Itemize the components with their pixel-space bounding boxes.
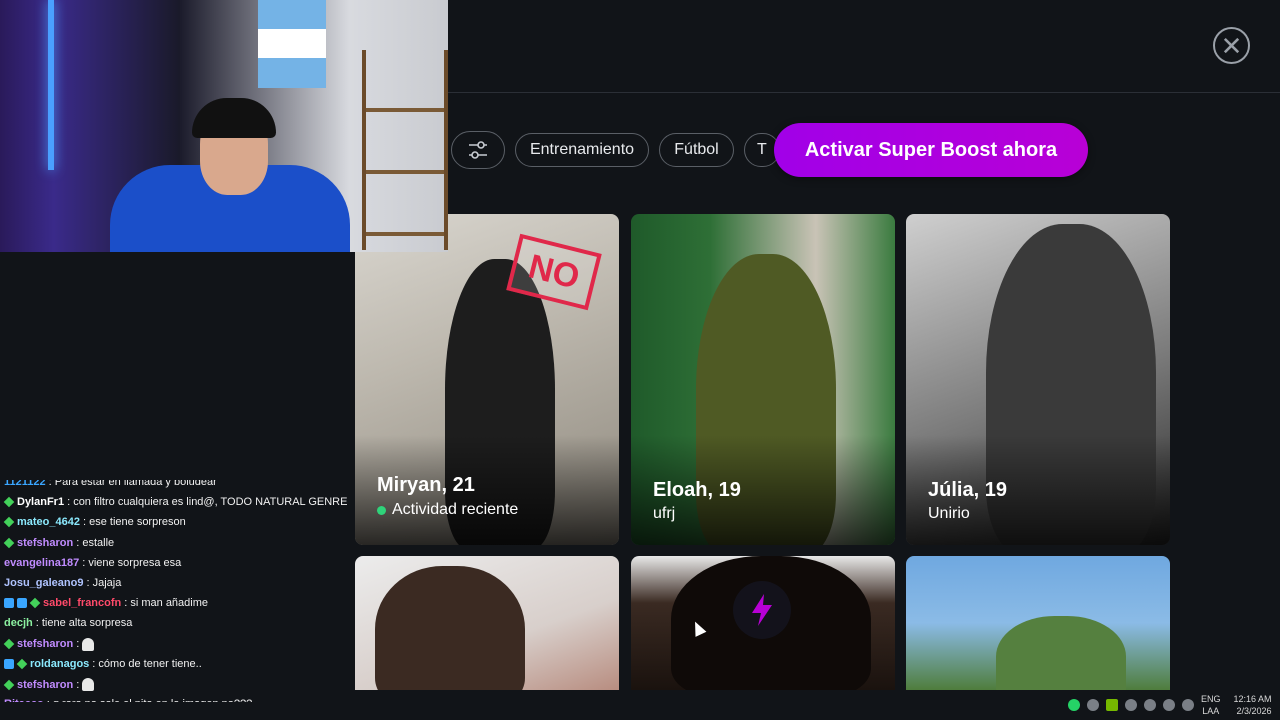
chat-text: : cómo de tener tiene.. [92, 657, 202, 670]
stream-chat: 1121122 : Para estar en llamada y bolude… [0, 480, 350, 702]
chat-username[interactable]: mateo_4642 [17, 516, 80, 528]
app-icon[interactable] [1087, 699, 1099, 711]
super-boost-button[interactable]: Activar Super Boost ahora [774, 123, 1088, 177]
chat-text: : q raro no sale el pito en la imagen no… [47, 698, 252, 702]
profile-status: Actividad reciente [377, 501, 518, 519]
chrome-icon[interactable] [1125, 699, 1137, 711]
chat-text: : Jajaja [86, 577, 122, 589]
chat-username[interactable]: DylanFr1 [17, 496, 64, 508]
sub-badge-icon [3, 517, 15, 528]
neon-light [48, 0, 54, 170]
sub-badge-icon [3, 537, 15, 548]
mod-badge-icon [4, 598, 14, 609]
chat-username[interactable]: sabel_francofn [43, 597, 121, 609]
lightning-icon [752, 594, 772, 626]
chat-username[interactable]: stefsharon [17, 679, 73, 691]
header-divider [448, 92, 1280, 93]
ghost-emote-icon [82, 678, 95, 691]
chat-message: Ritacco : q raro no sale el pito en la i… [4, 698, 252, 702]
chat-username[interactable]: roldanagos [30, 658, 89, 670]
chat-username[interactable]: stefsharon [17, 638, 73, 650]
vip-badge-icon [17, 598, 27, 609]
chat-message: stefsharon : [3, 637, 95, 651]
lang-2: LAA [1202, 706, 1220, 716]
close-icon: ✕ [1220, 30, 1243, 61]
chat-message: DylanFr1 : con filtro cualquiera es lind… [3, 496, 348, 509]
clock[interactable]: 12:16 AM 2/3/2026 [1234, 693, 1272, 717]
profile-photo [375, 566, 525, 690]
chat-message: sabel_francofn : si man añadime [4, 597, 208, 609]
language-indicator[interactable]: ENG LAA [1201, 693, 1221, 717]
chip-futbol[interactable]: Fútbol [659, 133, 734, 167]
chat-text: : si man añadime [124, 597, 209, 610]
chat-message: 1121122 : Para estar en llamada y bolude… [4, 480, 217, 488]
chat-text: : [76, 638, 80, 651]
sub-badge-icon [3, 496, 15, 508]
clock-date: 2/3/2026 [1236, 706, 1272, 716]
sub-badge-icon [3, 679, 15, 690]
whatsapp-icon[interactable] [1068, 699, 1080, 711]
chat-username[interactable]: Ritacco [4, 698, 44, 702]
sub-badge-icon [29, 597, 41, 609]
profile-card[interactable] [355, 556, 619, 690]
system-tray: ENG LAA 12:16 AM 2/3/2026 [1060, 690, 1280, 720]
profile-school: ufrj [653, 505, 676, 522]
chat-message: mateo_4642 : ese tiene sorpreson [3, 516, 186, 529]
microphone-icon[interactable] [1144, 699, 1156, 711]
chat-username[interactable]: 1121122 [4, 480, 46, 488]
chat-text: : estalle [76, 536, 115, 549]
sub-badge-icon [16, 658, 28, 670]
chip-entrenamiento[interactable]: Entrenamiento [515, 133, 649, 167]
profile-photo [996, 616, 1126, 690]
profile-name: Miryan, 21 [377, 474, 475, 496]
chat-message: roldanagos : cómo de tener tiene.. [4, 658, 202, 670]
profile-card[interactable]: Júlia, 19 Unirio [906, 214, 1170, 545]
online-dot-icon [377, 505, 386, 515]
chat-message: Josu_galeano9 : Jajaja [4, 577, 121, 589]
profile-card[interactable]: Eloah, 19 ufrj [631, 214, 895, 545]
sliders-icon [469, 141, 487, 159]
sub-badge-icon [3, 638, 15, 650]
ghost-emote-icon [82, 637, 95, 651]
network-icon[interactable] [1163, 699, 1175, 711]
chat-message: decjh : tiene alta sorpresa [4, 617, 132, 629]
profile-status-text: Actividad reciente [392, 501, 519, 518]
chat-message: stefsharon : [3, 678, 95, 691]
chat-text: : con filtro cualquiera es lind@, TODO N… [67, 496, 348, 509]
profile-card[interactable] [906, 556, 1170, 690]
profile-name: Júlia, 19 [928, 479, 1007, 501]
profile-school: Unirio [928, 505, 970, 522]
chat-username[interactable]: evangelina187 [4, 557, 79, 569]
chat-text: : ese tiene sorpreson [83, 516, 186, 529]
profile-name: Eloah, 19 [653, 479, 741, 501]
lang-1: ENG [1201, 694, 1221, 704]
chat-username[interactable]: decjh [4, 617, 33, 629]
chat-text: : tiene alta sorpresa [35, 617, 133, 630]
chat-username[interactable]: Josu_galeano9 [4, 577, 83, 589]
close-button[interactable]: ✕ [1213, 27, 1250, 64]
chat-username[interactable]: stefsharon [17, 537, 73, 549]
stream-frame: ✕ Entrenamiento Fútbol T Activar Super B… [0, 0, 1280, 720]
webcam-overlay [0, 0, 448, 252]
volume-icon[interactable] [1182, 699, 1194, 711]
nvidia-icon[interactable] [1106, 699, 1118, 711]
clock-time: 12:16 AM [1233, 694, 1272, 704]
chat-text: : Para estar en llamada y boludear [48, 480, 217, 488]
chat-text: : viene sorpresa esa [82, 556, 182, 569]
boost-badge [733, 581, 791, 639]
shelf [362, 50, 448, 250]
streamer-cap [192, 98, 276, 138]
filter-button[interactable] [451, 131, 505, 169]
flag [258, 0, 326, 88]
chat-message: evangelina187 : viene sorpresa esa [4, 557, 181, 569]
chat-text: : [76, 678, 80, 691]
chat-message: stefsharon : estalle [3, 536, 115, 549]
mod-badge-icon [4, 658, 14, 669]
